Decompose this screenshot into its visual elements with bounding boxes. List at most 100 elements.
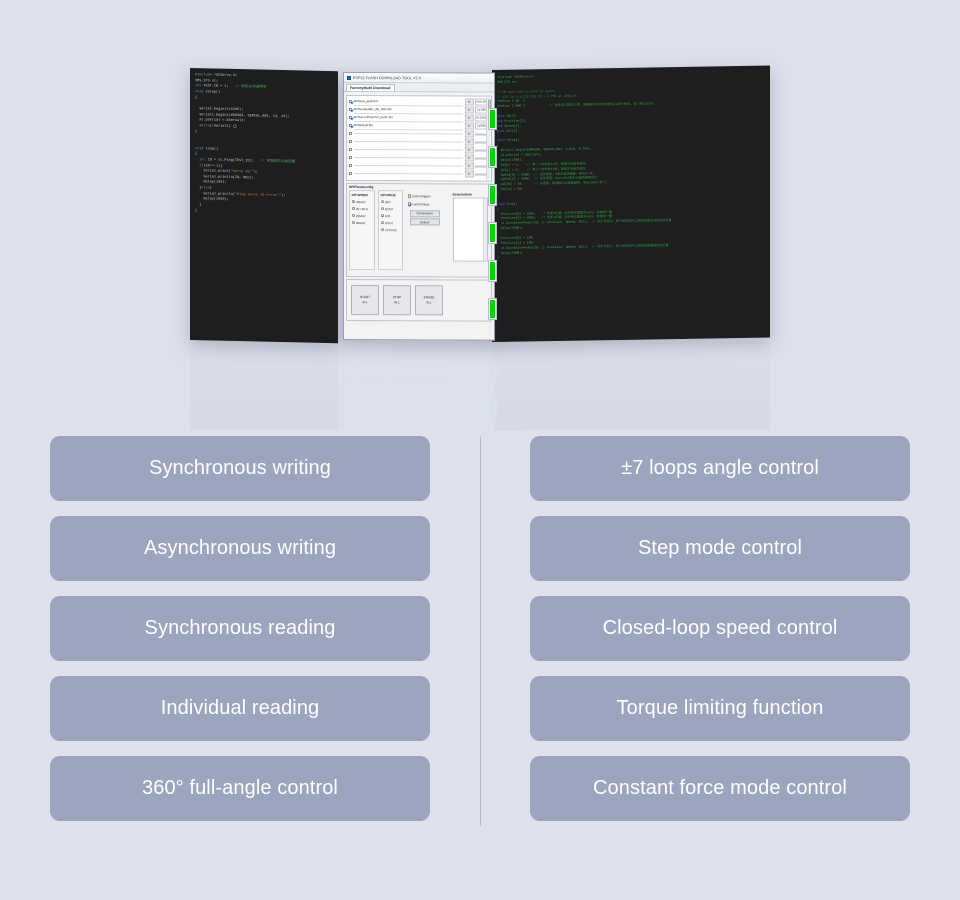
spi-speed-label: 40MHz (356, 199, 366, 204)
feature-pill-label: Synchronous reading (144, 617, 336, 639)
combine-bin-button[interactable]: CombineBin (409, 209, 440, 217)
flash-file-path: bin/default.bin (353, 121, 463, 130)
feature-pill-left-1[interactable]: Synchronous writing (50, 436, 430, 501)
flash-file-at: @ (464, 114, 474, 122)
flash-file-list[interactable]: bin/boot_app0.bin @0x0e000 bin/bootloader_… (346, 95, 492, 182)
spi-mode-option[interactable]: QOUT (380, 205, 401, 212)
locksettings-checkbox[interactable]: LockSettings (407, 200, 447, 208)
code-editor-content[interactable]: #include <SCServo.h> SMS_STS st; // We w… (492, 66, 770, 261)
checkbox-icon[interactable] (349, 147, 353, 152)
flash-action-button[interactable]: START ALL (351, 285, 379, 316)
flash-file-row[interactable]: @ (348, 170, 490, 179)
spi-mode-label: FASTRD (385, 227, 397, 232)
radio-icon[interactable] (380, 221, 384, 225)
feature-column-left: Synchronous writing Asynchronous writing S… (0, 430, 480, 840)
progress-bar-fill (490, 186, 495, 205)
feature-pill-right-4[interactable]: Torque limiting function (530, 676, 910, 741)
feature-pill-right-5[interactable]: Constant force mode control (530, 756, 910, 821)
flash-file-at: @ (464, 130, 474, 138)
spi-mode-option[interactable]: FASTRD (380, 226, 401, 233)
progress-bar-fill (490, 224, 495, 243)
radio-icon[interactable] (380, 200, 384, 204)
button-line2: ALL (426, 300, 432, 305)
code-editor-content[interactable]: #include <SCServo.h> SMS_STS st; int TES… (190, 68, 338, 218)
radio-icon[interactable] (351, 207, 355, 211)
flash-file-path (353, 173, 463, 175)
feature-pill-right-3[interactable]: Closed-loop speed control (530, 596, 910, 661)
scrollbar[interactable] (483, 198, 487, 261)
locksettings-label: LockSettings (412, 202, 430, 207)
spi-mode-option[interactable]: QIO (380, 198, 401, 205)
checkbox-icon[interactable] (407, 202, 411, 206)
spi-speed-heading: SPI SPEED (351, 192, 368, 197)
spi-mode-option[interactable]: DIO (380, 212, 401, 219)
spi-flash-config: SPIFlashConfig SPI SPEED 40MHz 26.7MHz 20MHz… (346, 183, 492, 278)
flash-file-at: @ (464, 98, 474, 106)
flash-action-button[interactable]: STOP ALL (383, 285, 411, 316)
checkbox-icon[interactable] (349, 131, 353, 136)
checkbox-icon[interactable] (349, 155, 353, 160)
spi-speed-label: 80MHz (356, 220, 366, 225)
progress-bar (488, 260, 497, 283)
feature-pill-right-2[interactable]: Step mode control (530, 516, 910, 581)
spi-flash-config-legend: SPIFlashConfig (349, 185, 374, 190)
radio-icon[interactable] (351, 200, 355, 204)
spi-mode-label: DIO (385, 213, 391, 218)
radio-icon[interactable] (351, 221, 355, 225)
progress-bar-fill (490, 110, 495, 129)
screenshot-hero: #include <SCServo.h> SMS_STS st; int TES… (0, 0, 960, 430)
checkbox-icon[interactable] (407, 194, 411, 198)
spi-speed-group: SPI SPEED 40MHz 26.7MHz 20MHz 80MHz (349, 190, 375, 271)
spi-mode-group: SPI MODE QIO QOUT DIO DOUT FASTRD (378, 190, 403, 271)
spi-mode-heading: SPI MODE (380, 192, 396, 197)
flash-tool-body: bin/boot_app0.bin@0x0e000bin/bootloader_… (344, 92, 494, 340)
detected-info-box[interactable] (452, 196, 488, 262)
window-arduino-ide-ping-sketch[interactable]: #include <SCServo.h> SMS_STS st; int TES… (190, 68, 338, 344)
feature-pill-label: Torque limiting function (616, 697, 824, 719)
window-arduino-ide-syncwrite-sketch[interactable]: #include <SCServo.h> SMS_STS st; // We w… (492, 65, 770, 342)
flash-file-path (353, 133, 463, 135)
feature-pill-label: Step mode control (637, 537, 802, 559)
checkbox-icon[interactable] (349, 163, 353, 168)
flash-file-at: @ (464, 138, 474, 146)
window-esp32-flash-download-tool[interactable]: ESP32 FLASH DOWNLOAD TOOL V3.X FactoryMul… (343, 72, 495, 341)
radio-icon[interactable] (380, 207, 384, 211)
checkbox-icon[interactable] (349, 115, 353, 120)
feature-pill-label: Constant force mode control (593, 777, 847, 799)
feature-pill-label: Synchronous writing (149, 457, 331, 479)
detected-info-heading: DetectedInfo (452, 191, 472, 197)
feature-pill-left-4[interactable]: Individual reading (50, 676, 430, 741)
feature-pill-right-1[interactable]: ±7 loops angle control (530, 436, 910, 501)
spi-mode-option[interactable]: DOUT (380, 219, 401, 226)
button-line2: ALL (362, 300, 368, 305)
checkbox-icon[interactable] (349, 139, 353, 144)
feature-pill-left-2[interactable]: Asynchronous writing (50, 516, 430, 581)
progress-bar-fill (490, 300, 495, 319)
window-title: ESP32 FLASH DOWNLOAD TOOL V3.X (353, 75, 422, 80)
flash-file-row[interactable]: bin/default.bin @0x8000 (348, 121, 490, 131)
flash-file-at: @ (464, 122, 474, 130)
spi-mode-label: QIO (385, 199, 391, 204)
tab-factorymulti-download[interactable]: FactoryMulti Download (346, 83, 395, 92)
feature-pill-left-3[interactable]: Synchronous reading (50, 596, 430, 661)
radio-icon[interactable] (380, 228, 384, 232)
checkbox-icon[interactable] (349, 171, 353, 176)
progress-bar-fill (490, 262, 495, 281)
flash-action-bar: START ALL STOP ALL ERASE ALL (346, 279, 492, 322)
checkbox-icon[interactable] (349, 107, 353, 112)
feature-pill-left-5[interactable]: 360° full-angle control (50, 756, 430, 821)
spi-speed-option[interactable]: 80MHz (351, 219, 373, 226)
feature-pill-label: Closed-loop speed control (602, 617, 838, 639)
checkbox-icon[interactable] (349, 99, 353, 104)
progress-bar (488, 146, 497, 169)
progress-bar-fill (490, 148, 495, 167)
window-stack: #include <SCServo.h> SMS_STS st; int TES… (0, 0, 960, 430)
radio-icon[interactable] (380, 214, 384, 218)
donotchgbin-checkbox[interactable]: DoNotChgBin (407, 192, 447, 200)
flash-file-at: @ (464, 146, 474, 154)
default-button[interactable]: Default (409, 218, 440, 226)
flash-action-button[interactable]: ERASE ALL (415, 285, 443, 316)
checkbox-icon[interactable] (349, 123, 353, 128)
radio-icon[interactable] (351, 214, 355, 218)
flash-file-path (353, 149, 463, 151)
